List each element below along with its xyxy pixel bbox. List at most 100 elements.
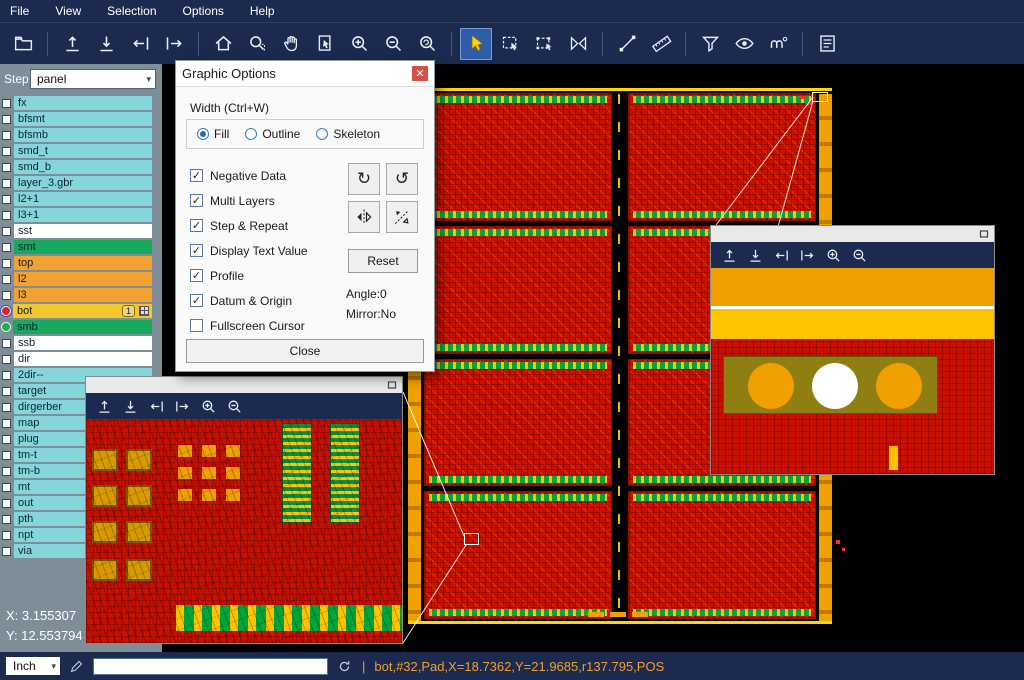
layer-checkbox[interactable] (2, 195, 11, 204)
compare-button[interactable] (563, 29, 593, 59)
checkbox[interactable]: ✓ (190, 194, 203, 207)
rotate-cw-button[interactable]: ↻ (348, 163, 380, 195)
layer-bar[interactable]: l3+1 (14, 208, 152, 222)
layer-checkbox[interactable] (2, 291, 11, 300)
menu-options[interactable]: Options (183, 4, 224, 18)
checkbox-row[interactable]: Fullscreen Cursor (190, 313, 308, 338)
layer-checkbox[interactable] (2, 387, 11, 396)
page-select-button[interactable] (310, 29, 340, 59)
transform-select-button[interactable] (529, 29, 559, 59)
layer-checkbox[interactable] (2, 259, 11, 268)
pcb-board[interactable] (424, 359, 612, 487)
layer-bar[interactable]: top (14, 256, 152, 270)
grid-icon[interactable] (139, 306, 149, 316)
line-measure-button[interactable] (612, 29, 642, 59)
layer-row-smd_t[interactable]: smd_t (0, 143, 162, 159)
red-active-layer-dot[interactable] (1, 306, 11, 316)
mirror-horizontal-button[interactable] (348, 201, 380, 233)
visibility-button[interactable] (729, 29, 759, 59)
checkbox-row[interactable]: ✓Datum & Origin (190, 288, 308, 313)
layer-row-ssb[interactable]: ssb (0, 335, 162, 351)
pcb-board[interactable] (424, 491, 612, 619)
layer-row-dir[interactable]: dir (0, 351, 162, 367)
checkbox-row[interactable]: ✓Multi Layers (190, 188, 308, 213)
layer-bar[interactable]: fx (14, 96, 152, 110)
filter-button[interactable] (695, 29, 725, 59)
command-input[interactable] (93, 658, 328, 675)
mag2-save-button[interactable] (743, 244, 767, 266)
layer-bar[interactable]: bfsmt (14, 112, 152, 126)
layer-row-smd_b[interactable]: smd_b (0, 159, 162, 175)
layer-row-fx[interactable]: fx (0, 95, 162, 111)
checkbox-row[interactable]: ✓Step & Repeat (190, 213, 308, 238)
layer-bar[interactable]: smd_b (14, 160, 152, 174)
layer-checkbox[interactable] (2, 403, 11, 412)
layer-bar[interactable]: bot1 (13, 304, 152, 318)
layer-row-l2[interactable]: l2 (0, 271, 162, 287)
mag2-export-button[interactable] (795, 244, 819, 266)
radio-skeleton[interactable]: Skeleton (316, 127, 380, 141)
layer-checkbox[interactable] (2, 467, 11, 476)
select-tool-button[interactable] (461, 29, 491, 59)
checkbox-row[interactable]: ✓Negative Data (190, 163, 308, 188)
mirror-diagonal-button[interactable] (386, 201, 418, 233)
refresh-icon[interactable] (337, 659, 352, 674)
pcb-board[interactable] (628, 491, 816, 619)
layer-checkbox[interactable] (2, 227, 11, 236)
layer-checkbox[interactable] (2, 547, 11, 556)
mag1-import-button[interactable] (144, 395, 168, 417)
rotate-ccw-button[interactable]: ↺ (386, 163, 418, 195)
zoom-window-button[interactable] (242, 29, 272, 59)
magnifier2-viewport[interactable] (711, 268, 994, 474)
layer-bar[interactable]: smt (14, 240, 152, 254)
save-button[interactable] (91, 29, 121, 59)
layer-bar[interactable]: smb (13, 320, 152, 334)
layer-checkbox[interactable] (2, 435, 11, 444)
layer-row-l3+1[interactable]: l3+1 (0, 207, 162, 223)
layer-bar[interactable]: bfsmb (14, 128, 152, 142)
layer-bar[interactable]: l2+1 (14, 192, 152, 206)
layer-checkbox[interactable] (2, 115, 11, 124)
checkbox[interactable]: ✓ (190, 169, 203, 182)
checkbox-row[interactable]: ✓Profile (190, 263, 308, 288)
layer-checkbox[interactable] (2, 275, 11, 284)
layer-checkbox[interactable] (2, 243, 11, 252)
menu-file[interactable]: File (10, 4, 29, 18)
radio-dot[interactable] (245, 128, 257, 140)
radio-outline[interactable]: Outline (245, 127, 300, 141)
open-file-button[interactable] (8, 29, 38, 59)
close-button[interactable]: Close (186, 339, 424, 363)
zoom-out-button[interactable] (378, 29, 408, 59)
layer-checkbox[interactable] (2, 99, 11, 108)
layer-checkbox[interactable] (2, 147, 11, 156)
step-dropdown[interactable]: panel ▾ (30, 69, 156, 89)
report-button[interactable] (812, 29, 842, 59)
loop-measure-button[interactable] (763, 29, 793, 59)
layer-row-top[interactable]: top (0, 255, 162, 271)
pcb-board[interactable] (628, 93, 816, 221)
checkbox-row[interactable]: ✓Display Text Value (190, 238, 308, 263)
dialog-title-bar[interactable]: Graphic Options ✕ (176, 61, 434, 87)
layer-checkbox[interactable] (2, 179, 11, 188)
mag2-zoom-in-button[interactable] (821, 244, 845, 266)
pan-button[interactable] (276, 29, 306, 59)
mag1-export-button[interactable] (170, 395, 194, 417)
radio-dot[interactable] (197, 128, 209, 140)
layer-row-layer_3.gbr[interactable]: layer_3.gbr (0, 175, 162, 191)
mag1-zoom-in-button[interactable] (196, 395, 220, 417)
layer-bar[interactable]: ssb (14, 336, 152, 350)
layer-bar[interactable]: dir (14, 352, 152, 366)
checkbox[interactable]: ✓ (190, 219, 203, 232)
menu-selection[interactable]: Selection (107, 4, 156, 18)
layer-checkbox[interactable] (2, 499, 11, 508)
checkbox[interactable]: ✓ (190, 294, 203, 307)
layer-checkbox[interactable] (2, 531, 11, 540)
layer-checkbox[interactable] (2, 451, 11, 460)
layer-checkbox[interactable] (2, 419, 11, 428)
unit-dropdown[interactable]: Inch ▾ (6, 657, 60, 675)
layer-checkbox[interactable] (2, 355, 11, 364)
layer-checkbox[interactable] (2, 211, 11, 220)
layer-checkbox[interactable] (2, 515, 11, 524)
layer-bar[interactable]: layer_3.gbr (14, 176, 152, 190)
radio-dot[interactable] (316, 128, 328, 140)
